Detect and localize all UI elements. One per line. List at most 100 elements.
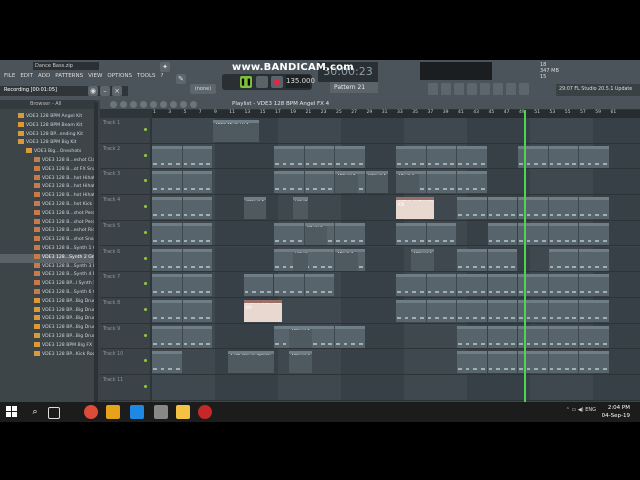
pattern-clip[interactable] <box>152 274 182 297</box>
audio-clip[interactable]: VDE...X 2 <box>335 171 358 194</box>
track-header[interactable]: Track 2 <box>100 144 150 170</box>
pattern-clip[interactable] <box>457 299 487 322</box>
channel-rack-icon[interactable] <box>454 83 464 95</box>
pattern-clip[interactable] <box>243 274 273 297</box>
playlist-icon[interactable] <box>428 83 438 95</box>
browser-item[interactable]: VDE3 128...Synth 2 Gm <box>0 253 96 263</box>
browser-item[interactable]: VDE3 128 B...ot FX Snare <box>0 165 96 175</box>
browser-item[interactable]: VDE3 128 B...hot Kick G <box>0 200 96 210</box>
audio-clip[interactable]: VDE...X 2 <box>365 171 389 194</box>
track-mute-led[interactable] <box>144 256 147 260</box>
audio-clip[interactable]: VD...X 4 <box>335 248 358 271</box>
audio-clip[interactable]: Pat...36 <box>293 248 309 271</box>
menu-item[interactable]: PATTERNS <box>55 73 83 79</box>
pattern-clip[interactable] <box>518 222 548 245</box>
playhead[interactable] <box>524 110 526 403</box>
edge-icon[interactable] <box>130 405 144 419</box>
track-mute-led[interactable] <box>144 205 147 209</box>
pattern-clip[interactable] <box>548 351 578 374</box>
menu-item[interactable]: OPTIONS <box>107 73 132 79</box>
pattern-clip[interactable] <box>274 171 304 194</box>
close-icon[interactable]: × <box>112 86 122 96</box>
slice-icon[interactable] <box>160 101 167 108</box>
pattern-clip[interactable] <box>152 325 182 348</box>
pattern-clip[interactable] <box>548 325 578 348</box>
pattern-clip[interactable] <box>274 222 304 245</box>
pattern-clip[interactable] <box>335 222 365 245</box>
browser-item[interactable]: VDE3 128 B...Synth 4 D# <box>0 271 96 280</box>
pattern-clip[interactable] <box>579 248 609 271</box>
menu-item[interactable]: VIEW <box>88 73 102 79</box>
browser-item[interactable]: VDE3 128 B...hot Hihat 2 <box>0 183 96 192</box>
audio-clip[interactable]: VDE...X 1 <box>411 248 435 271</box>
pattern-clip[interactable] <box>426 274 456 297</box>
chrome-icon[interactable] <box>84 405 98 419</box>
browser-item[interactable]: VDE3 128 BPM Big Kit <box>0 139 96 148</box>
pattern-clip[interactable] <box>487 274 517 297</box>
track-mute-led[interactable] <box>144 230 147 234</box>
track-mute-led[interactable] <box>144 359 147 363</box>
pattern-clip[interactable] <box>487 248 517 271</box>
system-tray[interactable]: ⌃ ▭ ◀) ENG <box>566 407 596 413</box>
pattern-clip[interactable] <box>579 222 609 245</box>
pattern-clip[interactable] <box>335 145 365 168</box>
browser-item[interactable]: VDE3 128 B...shot Perc 1 <box>0 209 96 219</box>
browser-item[interactable]: VDE3 128 BP...Big Drums 5 <box>0 332 96 342</box>
pattern-clip[interactable] <box>518 325 548 348</box>
pattern-clip[interactable] <box>152 171 182 194</box>
pattern-clip[interactable] <box>304 145 334 168</box>
pattern-clip[interactable] <box>396 145 426 168</box>
track-mute-led[interactable] <box>144 282 147 286</box>
draw-icon[interactable] <box>120 101 127 108</box>
track-mute-led[interactable] <box>144 128 147 131</box>
pattern-clip[interactable] <box>548 222 578 245</box>
track-header[interactable]: Track 10 <box>100 349 150 375</box>
audio-clip[interactable]: VD...X 4 <box>304 222 328 245</box>
audio-clip[interactable]: VAD...318 <box>411 197 435 220</box>
pattern-clip[interactable] <box>457 145 487 168</box>
explorer-icon[interactable] <box>176 405 190 419</box>
pattern-clip[interactable] <box>518 197 548 220</box>
audio-clip[interactable]: VDE3 12..el FX 1 <box>213 120 259 142</box>
browser-item[interactable]: VDE3 128 B...hot Hihat 3 <box>0 192 96 201</box>
pattern-clip[interactable] <box>426 222 456 245</box>
browser-item[interactable]: VDE3 128 BP...l Synth 5 F <box>0 280 96 289</box>
audio-clip[interactable]: VD...X 4 <box>396 171 419 194</box>
pattern-clip[interactable] <box>335 325 365 348</box>
pattern-clip[interactable] <box>152 222 182 245</box>
browser-item[interactable]: VDE3 128 BPM Big FX <box>0 341 96 351</box>
pattern-clip[interactable] <box>274 145 304 168</box>
playback-icon[interactable] <box>190 101 197 108</box>
plugin-icon[interactable] <box>480 83 490 95</box>
track-header[interactable]: Track 3 <box>100 169 150 196</box>
browser-item[interactable]: VDE3 128 BP...Big Drums 3 <box>0 315 96 324</box>
fl-studio-icon[interactable] <box>106 405 120 419</box>
timeline-ruler[interactable]: 1 3 5 7 9 11 13 15 17 19 21 23 25 27 29 31 33 35 37 39 41 43 4… <box>152 110 640 118</box>
browser-item[interactable]: VDE3 128 B...Synth 6 Gm <box>0 288 96 298</box>
browser-item[interactable]: VDE3 128 BPM Beam Kit <box>0 121 96 131</box>
pattern-clip[interactable] <box>182 325 212 348</box>
track-mute-led[interactable] <box>144 307 147 311</box>
audio-clip[interactable]: VDE...X 2 <box>243 197 267 220</box>
pattern-clip[interactable] <box>396 274 426 297</box>
pattern-selector[interactable]: Pattern 21 <box>330 82 378 93</box>
pattern-clip[interactable] <box>548 197 578 220</box>
pat-mode-select[interactable]: (none) <box>190 84 216 94</box>
browser-item[interactable]: VDE3 128 B...Synth 3 Dm <box>0 262 96 272</box>
browser-item[interactable]: VDE3 128 B...shot Perc 2 <box>0 218 96 228</box>
pattern-clip[interactable] <box>182 248 212 271</box>
search-icon[interactable]: ⌕ <box>28 405 42 419</box>
settings-icon[interactable] <box>519 83 529 95</box>
pattern-clip[interactable] <box>396 222 426 245</box>
track-header[interactable]: Track 9 <box>100 324 150 350</box>
zoom-icon[interactable] <box>180 101 187 108</box>
pattern-clip[interactable] <box>182 274 212 297</box>
audio-clip[interactable]: VAD...318 <box>258 299 282 322</box>
snap-icon[interactable] <box>110 101 117 108</box>
pattern-clip[interactable] <box>304 171 334 194</box>
browser-item[interactable]: VDE3 128 BP...Kick Root G <box>0 350 96 360</box>
track-mute-led[interactable] <box>144 333 147 337</box>
audio-clip[interactable]: VDE...X 3 <box>289 351 313 374</box>
pattern-clip[interactable] <box>487 299 517 322</box>
clock[interactable]: 2:04 PM 04-Sep-19 <box>602 404 630 420</box>
